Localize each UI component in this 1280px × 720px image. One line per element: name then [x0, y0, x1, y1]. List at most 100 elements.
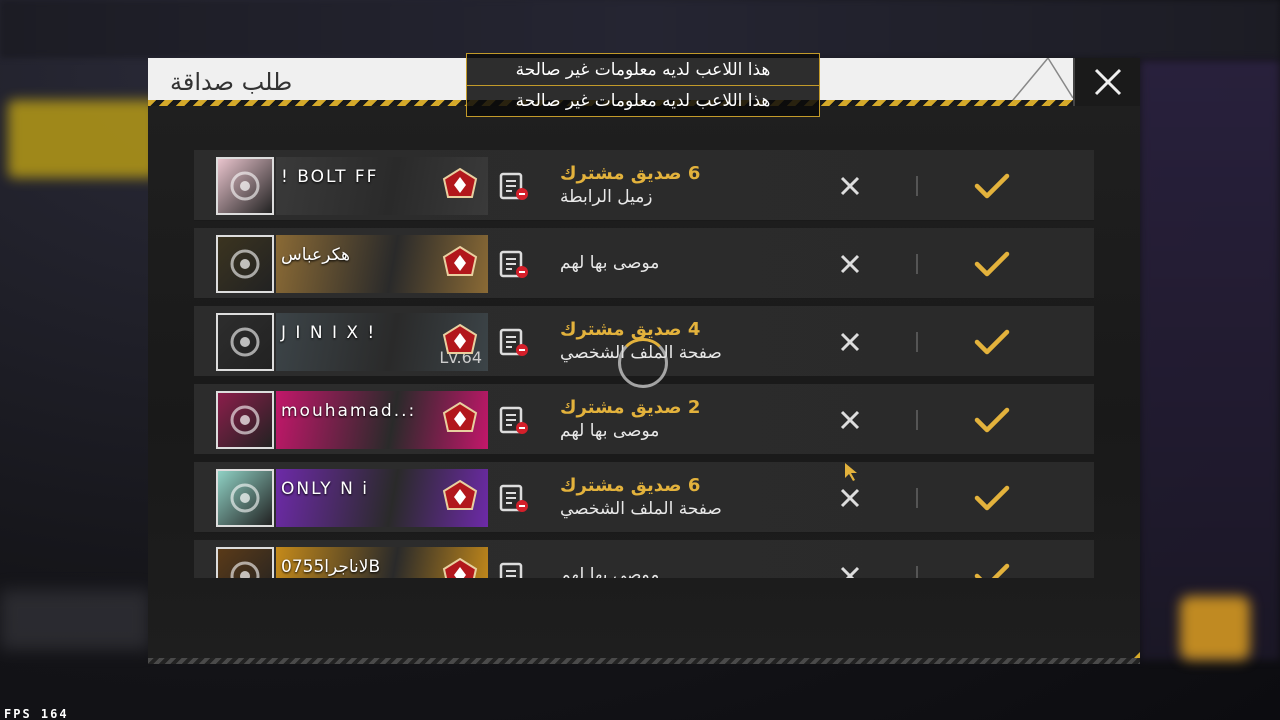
avatar-emblem-icon: [230, 327, 260, 357]
accept-button[interactable]: [972, 168, 1012, 204]
request-row: mouhamad..: 2 صديق مشترك موصى بها لهم: [194, 384, 1094, 455]
toast-message: هذا اللاعب لديه معلومات غير صالحة: [467, 85, 819, 116]
avatar-emblem-icon: [230, 483, 260, 513]
reject-x-icon: [840, 566, 860, 578]
mutual-friends: 6 صديق مشترك: [560, 475, 701, 496]
reject-button[interactable]: [834, 326, 866, 358]
accept-check-icon: [974, 407, 1010, 433]
profile-card-icon: [499, 328, 528, 356]
player-banner: هكرعباس: [276, 235, 488, 293]
view-profile-button[interactable]: [498, 248, 530, 280]
accept-check-icon: [974, 329, 1010, 355]
background-yellow-panel: [8, 100, 158, 178]
reject-button[interactable]: [834, 482, 866, 514]
player-banner: لاناجرا0755B: [276, 547, 488, 578]
player-banner: ONLY N i: [276, 469, 488, 527]
reject-x-icon: [840, 332, 860, 352]
player-banner: mouhamad..:: [276, 391, 488, 449]
background-orange-button: [1180, 596, 1250, 660]
profile-card-icon: [499, 250, 528, 278]
player-name: J I N I X !: [281, 323, 377, 343]
player-avatar[interactable]: [216, 391, 274, 449]
rank-badge-icon: [442, 479, 478, 510]
rank-badge-icon: [442, 167, 478, 198]
reject-x-icon: [840, 254, 860, 274]
action-divider: [916, 566, 918, 578]
view-profile-button[interactable]: [498, 170, 530, 202]
accept-button[interactable]: [972, 246, 1012, 282]
request-row: لاناجرا0755B موصى بها لهم: [194, 540, 1094, 578]
player-banner: ! BOLT FF: [276, 157, 488, 215]
reject-button[interactable]: [834, 560, 866, 578]
view-profile-button[interactable]: [498, 482, 530, 514]
player-banner: J I N I X ! Lv.64: [276, 313, 488, 371]
player-avatar[interactable]: [216, 469, 274, 527]
rank-badge-icon: [442, 557, 478, 578]
avatar-emblem-icon: [230, 249, 260, 279]
accept-check-icon: [974, 485, 1010, 511]
accept-check-icon: [974, 173, 1010, 199]
background-side-panel: [1140, 60, 1280, 660]
reject-x-icon: [840, 176, 860, 196]
player-name: mouhamad..:: [281, 401, 417, 421]
player-avatar[interactable]: [216, 313, 274, 371]
corner-accent: [1128, 652, 1140, 664]
request-row: ONLY N i 6 صديق مشترك صفحة الملف الشخصي: [194, 462, 1094, 533]
fps-counter: FPS 164: [4, 707, 69, 720]
reject-x-icon: [840, 488, 860, 508]
request-source: موصى بها لهم: [560, 253, 660, 273]
request-info: 2 صديق مشترك موصى بها لهم: [560, 396, 760, 442]
request-info: موصى بها لهم: [560, 252, 760, 274]
profile-card-icon: [499, 406, 528, 434]
mutual-friends: 6 صديق مشترك: [560, 163, 701, 184]
request-info: موصى بها لهم: [560, 564, 760, 578]
profile-card-icon: [499, 562, 523, 578]
accept-button[interactable]: [972, 558, 1012, 578]
accept-button[interactable]: [972, 480, 1012, 516]
request-source: موصى بها لهم: [560, 565, 660, 578]
reject-x-icon: [840, 410, 860, 430]
request-row: هكرعباس موصى بها لهم: [194, 228, 1094, 299]
header-decoration: [1008, 58, 1073, 106]
avatar-emblem-icon: [230, 561, 260, 578]
reject-button[interactable]: [834, 170, 866, 202]
request-info: 6 صديق مشترك زميل الرابطة: [560, 162, 760, 208]
action-divider: [916, 176, 918, 196]
view-profile-button[interactable]: [498, 560, 530, 578]
mutual-friends: 2 صديق مشترك: [560, 397, 701, 418]
toast-message: هذا اللاعب لديه معلومات غير صالحة: [467, 54, 819, 85]
player-name: لاناجرا0755B: [281, 557, 383, 577]
dialog-title: طلب صداقة: [170, 68, 293, 96]
accept-check-icon: [974, 251, 1010, 277]
request-source: صفحة الملف الشخصي: [560, 499, 722, 519]
reject-button[interactable]: [834, 404, 866, 436]
rank-badge-icon: [442, 245, 478, 276]
toast-stack: هذا اللاعب لديه معلومات غير صالحة هذا ال…: [466, 53, 820, 117]
accept-button[interactable]: [972, 402, 1012, 438]
request-source: موصى بها لهم: [560, 421, 660, 441]
request-row: ! BOLT FF 6 صديق مشترك زميل الرابطة: [194, 150, 1094, 221]
rank-badge-icon: [442, 401, 478, 432]
action-divider: [916, 332, 918, 352]
action-divider: [916, 254, 918, 274]
player-avatar[interactable]: [216, 157, 274, 215]
view-profile-button[interactable]: [498, 404, 530, 436]
player-avatar[interactable]: [216, 547, 274, 578]
close-button[interactable]: [1073, 58, 1140, 106]
view-profile-button[interactable]: [498, 326, 530, 358]
profile-card-icon: [499, 484, 528, 512]
avatar-emblem-icon: [230, 405, 260, 435]
action-divider: [916, 410, 918, 430]
close-icon: [1094, 68, 1121, 96]
request-info: 6 صديق مشترك صفحة الملف الشخصي: [560, 474, 760, 520]
accept-check-icon: [974, 563, 1010, 578]
player-name: هكرعباس: [281, 245, 350, 265]
cursor-icon: [845, 463, 857, 481]
player-name: ONLY N i: [281, 479, 369, 499]
background-gray-panel: [0, 590, 150, 650]
accept-button[interactable]: [972, 324, 1012, 360]
player-avatar[interactable]: [216, 235, 274, 293]
request-source: زميل الرابطة: [560, 187, 653, 207]
reject-button[interactable]: [834, 248, 866, 280]
background-top-bar: [0, 0, 1280, 58]
